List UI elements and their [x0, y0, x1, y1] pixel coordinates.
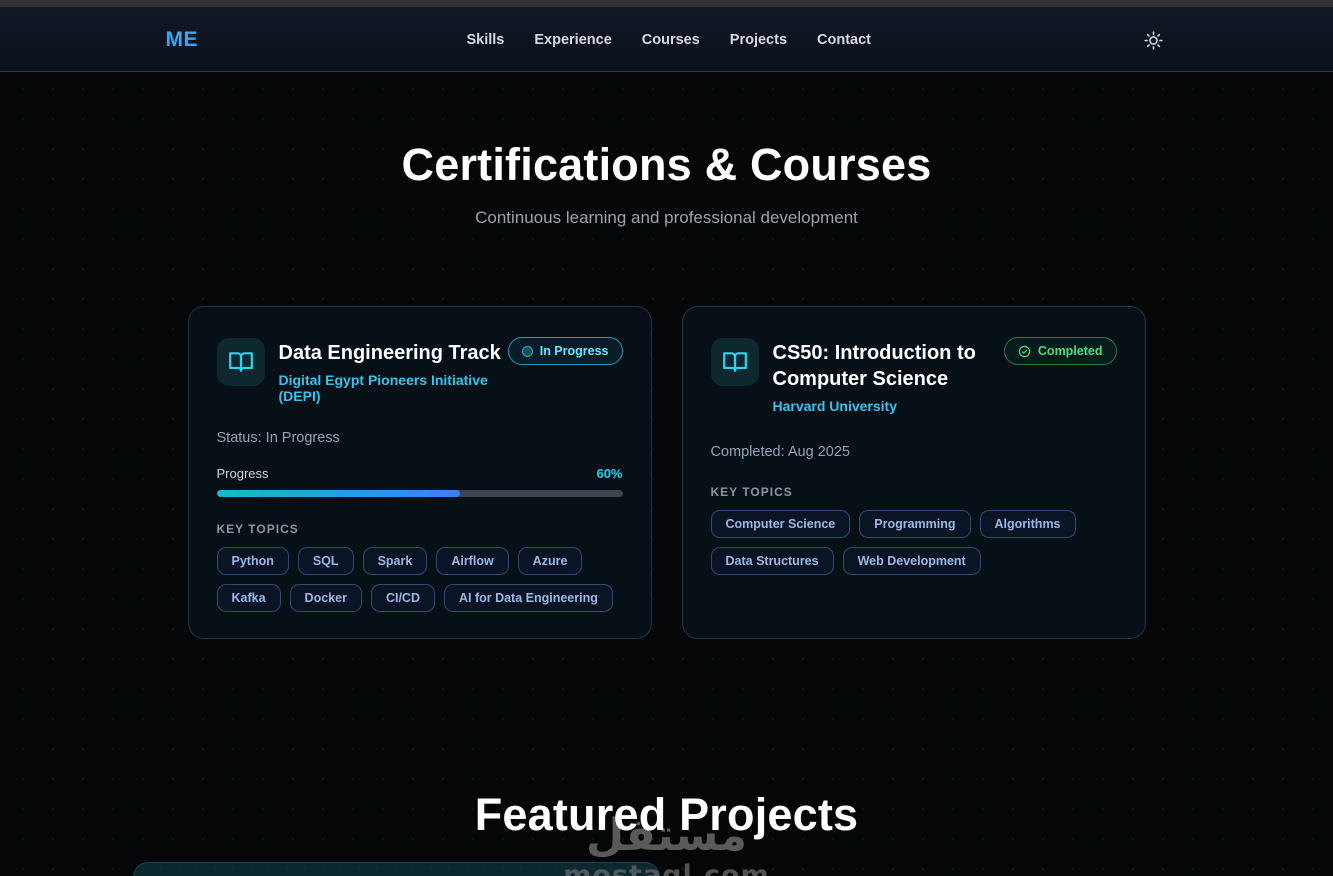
project-card-partial [133, 862, 660, 876]
progress-label: Progress [216, 466, 269, 482]
topic-chip: SQL [297, 547, 354, 576]
certification-cards-row: Data Engineering Track Digital Egypt Pio… [187, 306, 1146, 640]
navbar: ME Skills Experience Courses Projects Co… [0, 9, 1333, 72]
nav-link-experience[interactable]: Experience [534, 32, 611, 48]
topic-chip: Algorithms [979, 510, 1076, 539]
topic-chip-list: Computer Science Programming Algorithms Dat… [710, 510, 1117, 576]
topic-chip: Computer Science [710, 510, 851, 539]
loader-circle-icon [521, 345, 533, 357]
card-title: Data Engineering Track [278, 342, 501, 365]
status-badge-completed: Completed [1003, 337, 1117, 366]
check-circle-icon [1018, 345, 1031, 358]
topic-chip: Data Structures [710, 547, 834, 576]
nav-links: Skills Experience Courses Projects Conta… [466, 32, 871, 48]
key-topics-label: KEY TOPICS [710, 485, 793, 500]
topic-chip: Programming [859, 510, 971, 539]
topic-chip: CI/CD [370, 584, 435, 613]
certification-card-depi: Data Engineering Track Digital Egypt Pio… [187, 306, 652, 640]
window-top-strip [0, 0, 1333, 9]
nav-link-skills[interactable]: Skills [466, 32, 504, 48]
theme-toggle-button[interactable] [1140, 26, 1168, 54]
progress-bar-fill [216, 490, 461, 498]
nav-link-courses[interactable]: Courses [642, 32, 700, 48]
key-topics-label: KEY TOPICS [216, 522, 299, 537]
topic-chip: Python [216, 547, 289, 576]
status-badge-in-progress: In Progress [507, 337, 623, 366]
sun-icon [1144, 30, 1163, 50]
logo[interactable]: ME [166, 28, 199, 52]
progress-block: Progress 60% [216, 466, 623, 498]
book-icon [710, 338, 759, 387]
topic-chip: Airflow [436, 547, 509, 576]
topic-chip: Azure [517, 547, 583, 576]
card-organization: Harvard University [772, 398, 898, 415]
status-text: Status: In Progress [216, 430, 340, 447]
status-text: Completed: Aug 2025 [710, 444, 850, 461]
page: ME Skills Experience Courses Projects Co… [0, 0, 1333, 876]
topic-chip: Web Development [842, 547, 981, 576]
nav-link-contact[interactable]: Contact [817, 32, 871, 48]
topic-chip-list: Python SQL Spark Airflow Azure Kafka Docker CI/… [216, 547, 623, 613]
nav-link-projects[interactable]: Projects [730, 32, 787, 48]
topic-chip: AI for Data Engineering [443, 584, 613, 613]
projects-title: Featured Projects [474, 789, 859, 841]
card-title: CS50: Introduction to Computer Science [772, 342, 976, 391]
certifications-section: Certifications & Courses Continuous lear… [0, 72, 1333, 640]
projects-section: مستقل mostaql.com Featured Projects [0, 789, 1333, 876]
certifications-title: Certifications & Courses [401, 139, 932, 190]
topic-chip: Spark [362, 547, 428, 576]
progress-bar-track [216, 490, 623, 498]
card-organization: Digital Egypt Pioneers Initiative (DEPI) [278, 372, 488, 405]
certification-card-cs50: CS50: Introduction to Computer Science H… [681, 306, 1146, 640]
progress-percent: 60% [596, 466, 623, 482]
book-icon [216, 338, 265, 387]
topic-chip: Kafka [216, 584, 281, 613]
certifications-subtitle: Continuous learning and professional dev… [475, 208, 858, 228]
topic-chip: Docker [289, 584, 362, 613]
